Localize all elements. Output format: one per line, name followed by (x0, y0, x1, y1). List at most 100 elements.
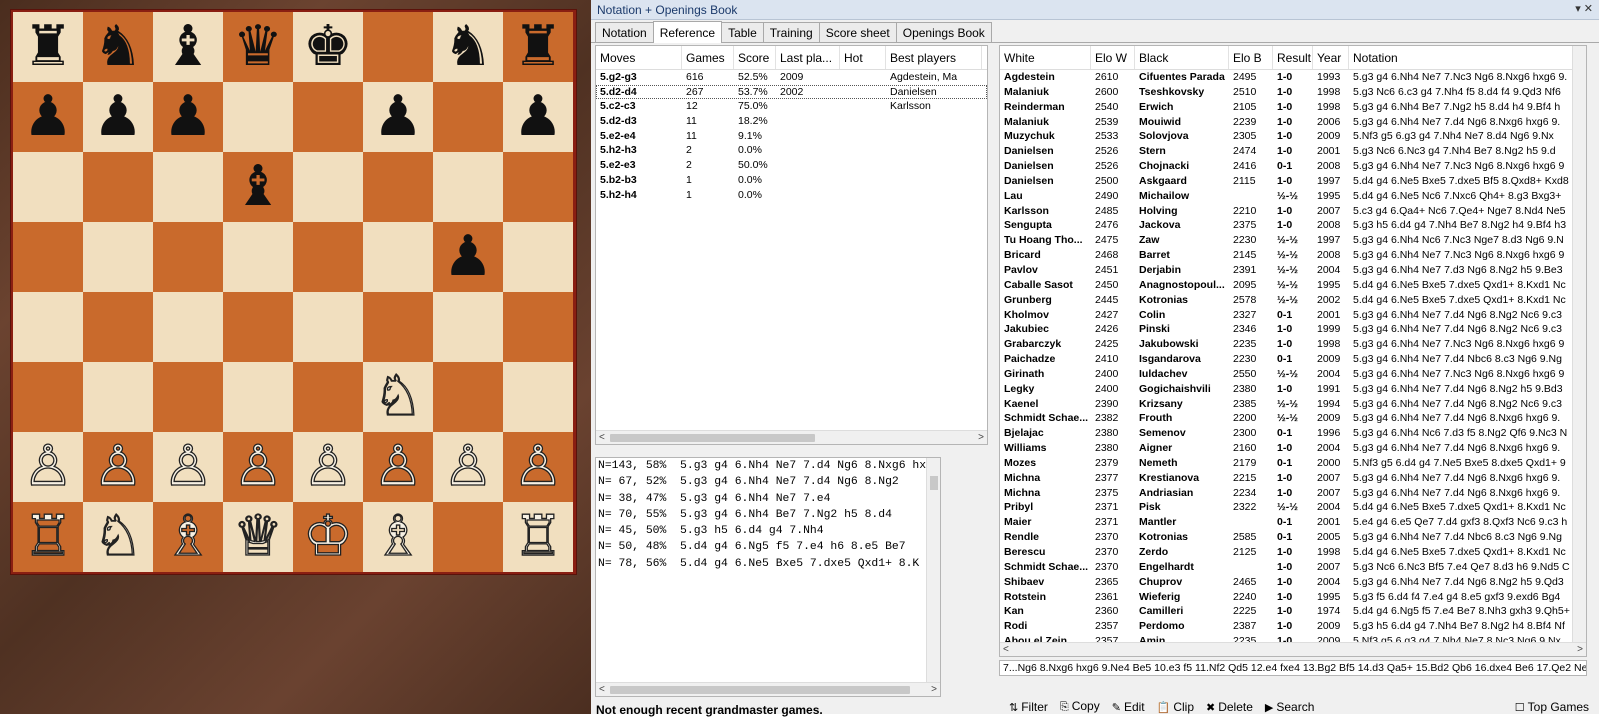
game-row[interactable]: Mozes 2379 Nemeth 2179 0-1 2000 5.Nf3 g5 6.d4 … (1000, 456, 1586, 471)
game-row[interactable]: Girinath 2400 Iuldachev 2550 ½-½ 2004 5.g3 g4 … (1000, 367, 1586, 382)
game-row[interactable]: Kan 2360 Camilleri 2225 1-0 1974 5.d4 g4 6.Ng5… (1000, 604, 1586, 619)
board-square[interactable]: ♙ (503, 432, 573, 502)
game-row[interactable]: Danielsen 2526 Chojnacki 2416 0-1 2008 5.g3 g4… (1000, 159, 1586, 174)
column-header[interactable]: Hot (840, 46, 886, 69)
column-header[interactable]: Elo W (1091, 46, 1135, 69)
column-header[interactable]: Moves (596, 46, 682, 69)
chess-piece-icon[interactable]: ♙ (22, 432, 74, 502)
game-row[interactable]: Kaenel 2390 Krizsany 2385 ½-½ 1994 5.g3 g4 6.N… (1000, 397, 1586, 412)
tab-score-sheet[interactable]: Score sheet (818, 22, 897, 42)
board-square[interactable]: ♟ (153, 82, 223, 152)
board-square[interactable] (13, 292, 83, 362)
chess-piece-icon[interactable]: ♛ (233, 12, 283, 82)
game-row[interactable]: Shibaev 2365 Chuprov 2465 1-0 2004 5.g3 g4 6.N… (1000, 575, 1586, 590)
game-row[interactable]: Kholmov 2427 Colin 2327 0-1 2001 5.g3 g4 6.Nh4… (1000, 308, 1586, 323)
game-row[interactable]: Tu Hoang Tho... 2475 Zaw 2230 ½-½ 1997 5.g3 g4… (1000, 233, 1586, 248)
board-square[interactable] (363, 222, 433, 292)
game-row[interactable]: Karlsson 2485 Holving 2210 1-0 2007 5.c3 g4 6.… (1000, 204, 1586, 219)
board-square[interactable] (13, 222, 83, 292)
chess-piece-icon[interactable]: ♖ (512, 502, 564, 572)
book-hscrollbar[interactable]: < > (596, 682, 940, 696)
move-row[interactable]: 5.h2-h3 2 0.0% (596, 143, 987, 158)
board-square[interactable]: ♜ (13, 12, 83, 82)
game-row[interactable]: Sengupta 2476 Jackova 2375 1-0 2008 5.g3 h5 6.… (1000, 218, 1586, 233)
chess-piece-icon[interactable]: ♙ (372, 432, 424, 502)
chess-piece-icon[interactable]: ♙ (162, 432, 214, 502)
column-header[interactable]: White (1000, 46, 1091, 69)
board-square[interactable]: ♗ (153, 502, 223, 572)
board-square[interactable]: ♟ (13, 82, 83, 152)
column-header[interactable]: Black (1135, 46, 1229, 69)
board-square[interactable] (223, 82, 293, 152)
tab-reference[interactable]: Reference (652, 21, 723, 43)
board-square[interactable] (503, 292, 573, 362)
board-square[interactable] (293, 152, 363, 222)
chess-piece-icon[interactable]: ♞ (443, 12, 493, 82)
game-row[interactable]: Caballe Sasot 2450 Anagnostopoul... 2095 ½-½… (1000, 278, 1586, 293)
board-square[interactable]: ♙ (363, 432, 433, 502)
tab-training[interactable]: Training (762, 22, 820, 42)
board-square[interactable] (433, 152, 503, 222)
game-row[interactable]: Rodi 2357 Perdomo 2387 1-0 2009 5.g3 h5 6.d4 g… (1000, 619, 1586, 634)
board-square[interactable] (153, 152, 223, 222)
move-row[interactable]: 5.d2-d4 267 53.7% 2002 Danielsen (596, 84, 987, 100)
chess-piece-icon[interactable]: ♟ (513, 82, 563, 152)
book-line[interactable]: N= 67, 52% 5.g3 g4 6.Nh4 Ne7 7.d4 Ng6 8.… (596, 474, 940, 490)
game-row[interactable]: Paichadze 2410 Isgandarova 2230 0-1 2009 5.g3 … (1000, 352, 1586, 367)
column-header[interactable]: Notation (1349, 46, 1574, 69)
game-row[interactable]: Reinderman 2540 Erwich 2105 1-0 1998 5.g3 g4 6… (1000, 100, 1586, 115)
board-square[interactable]: ♙ (13, 432, 83, 502)
move-row[interactable]: 5.c2-c3 12 75.0% Karlsson (596, 99, 987, 114)
chess-piece-icon[interactable]: ♟ (443, 222, 493, 292)
game-row[interactable]: Grabarczyk 2425 Jakubowski 2235 1-0 1998 5.g3 … (1000, 337, 1586, 352)
chess-piece-icon[interactable]: ♜ (513, 12, 563, 82)
board-square[interactable] (83, 222, 153, 292)
top-games-button[interactable]: ☐ Top Games (1515, 700, 1589, 714)
board-square[interactable]: ♖ (13, 502, 83, 572)
game-row[interactable]: Rendle 2370 Kotronias 2585 0-1 2005 5.g3 g4 6.… (1000, 530, 1586, 545)
game-row[interactable]: Bjelajac 2380 Semenov 2300 0-1 1996 5.g3 g4 6.… (1000, 426, 1586, 441)
chess-piece-icon[interactable]: ♙ (442, 432, 494, 502)
chess-piece-icon[interactable]: ♟ (93, 82, 143, 152)
chess-piece-icon[interactable]: ♕ (232, 502, 284, 572)
board-square[interactable] (153, 362, 223, 432)
board-square[interactable]: ♙ (293, 432, 363, 502)
game-row[interactable]: Lau 2490 Michailow ½-½ 1995 5.d4 g4 6.Ne5 Nc6… (1000, 189, 1586, 204)
chess-piece-icon[interactable]: ♙ (92, 432, 144, 502)
chess-piece-icon[interactable]: ♜ (23, 12, 73, 82)
scroll-thumb[interactable] (610, 686, 910, 694)
board-square[interactable]: ♚ (293, 12, 363, 82)
board-square[interactable]: ♟ (363, 82, 433, 152)
chess-piece-icon[interactable]: ♟ (163, 82, 213, 152)
tab-notation[interactable]: Notation (595, 22, 654, 42)
column-header[interactable]: Games (682, 46, 734, 69)
board-square[interactable]: ♙ (433, 432, 503, 502)
game-row[interactable]: Michna 2377 Krestianova 2215 1-0 2007 5.g3 g4 … (1000, 471, 1586, 486)
column-header[interactable]: Elo B (1229, 46, 1273, 69)
scroll-right-arrow-icon[interactable]: > (931, 684, 937, 695)
column-header[interactable]: Result (1273, 46, 1313, 69)
game-row[interactable]: Schmidt Schae... 2382 Frouth 2200 ½-½ 2009 5.g… (1000, 411, 1586, 426)
games-hscrollbar[interactable]: < > (1000, 642, 1586, 656)
scroll-left-arrow-icon[interactable]: < (1003, 644, 1009, 655)
board-square[interactable] (153, 222, 223, 292)
delete-button[interactable]: ✖ Delete (1206, 700, 1253, 714)
game-row[interactable]: Williams 2380 Aigner 2160 1-0 2004 5.g3 g4 6.N… (1000, 441, 1586, 456)
chess-piece-icon[interactable]: ♖ (22, 502, 74, 572)
move-row[interactable]: 5.d2-d3 11 18.2% (596, 114, 987, 129)
game-row[interactable]: Berescu 2370 Zerdo 2125 1-0 1998 5.d4 g4 6.Ne5… (1000, 545, 1586, 560)
board-square[interactable]: ♞ (433, 12, 503, 82)
board-square[interactable] (433, 362, 503, 432)
board-square[interactable]: ♗ (363, 502, 433, 572)
board-square[interactable] (13, 152, 83, 222)
board-square[interactable]: ♛ (223, 12, 293, 82)
column-header[interactable]: Best players (886, 46, 982, 69)
game-row[interactable]: Muzychuk 2533 Solovjova 2305 1-0 2009 5.Nf3 g5… (1000, 129, 1586, 144)
board-square[interactable] (83, 362, 153, 432)
chess-piece-icon[interactable]: ♔ (302, 502, 354, 572)
board-square[interactable] (293, 292, 363, 362)
chess-board[interactable]: ♜ ♞ ♝ ♛ ♚ ♞ ♜ ♟ ♟ ♟ ♟ ♟ ♝ ♟ ♘ ♙ ♙ ♙ ♙ ♙ ♙ ♙ ♙ ♖ ♘ ♗ ♕ ♔ ♗ ♖ (13, 12, 573, 572)
copy-button[interactable]: ⎘ Copy (1060, 699, 1100, 714)
board-square[interactable]: ♘ (83, 502, 153, 572)
book-line[interactable]: N= 38, 47% 5.g3 g4 6.Nh4 Ne7 7.e4 (596, 491, 940, 507)
